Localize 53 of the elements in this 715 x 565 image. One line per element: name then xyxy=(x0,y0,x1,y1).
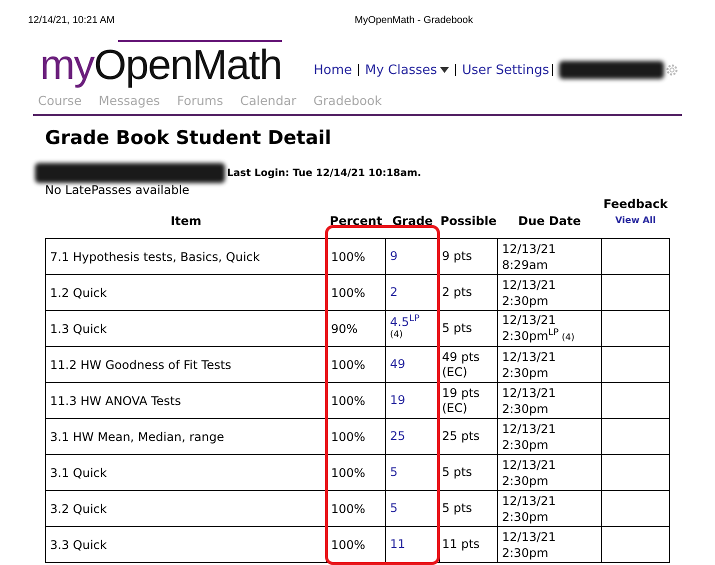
column-header: Grade xyxy=(392,214,433,228)
nav-link[interactable]: My Classes xyxy=(365,60,450,80)
column-header: Percent xyxy=(330,214,382,228)
table-cell: 5 pts xyxy=(440,490,498,527)
table-cell: 19 pts (EC) xyxy=(440,382,498,419)
table-cell: 7.1 Hypothesis tests, Basics, Quick xyxy=(46,238,326,275)
table-cell: 12/13/21 2:30pm$^{LP}$ (4) xyxy=(498,310,602,347)
nav-link[interactable]: User Settings xyxy=(462,60,550,80)
table-cell: 12/13/21 2:30pm xyxy=(498,346,602,383)
table-cell: 11.3 HW ANOVA Tests xyxy=(46,382,326,419)
table-cell: 100% xyxy=(326,418,386,455)
last-login: Last Login: Tue 12/14/21 10:18am. xyxy=(227,166,422,181)
column-header: Feedback xyxy=(603,197,668,212)
table-cell: 1.2 Quick xyxy=(46,274,326,311)
table-cell: 5 pts xyxy=(440,454,498,491)
table-cell: 100% xyxy=(326,346,386,383)
table-cell: 2 pts xyxy=(440,274,498,311)
table-cell: 100% xyxy=(326,490,386,527)
column-header: Possible xyxy=(440,214,497,228)
table-cell: 100% xyxy=(326,238,386,275)
table-cell: 12/13/21 2:30pm xyxy=(498,490,602,527)
table-cell: 12/13/21 2:30pm xyxy=(498,274,602,311)
column-header: Item xyxy=(170,214,202,228)
grade-link[interactable]: 9 xyxy=(386,238,440,275)
column-header: Due Date xyxy=(518,214,581,228)
table-cell: 12/13/21 2:30pm xyxy=(498,454,602,491)
table-cell: 3.3 Quick xyxy=(46,526,326,563)
table-cell: 3.1 HW Mean, Median, range xyxy=(46,418,326,455)
print-timestamp: 12/14/21, 10:21 AM xyxy=(28,14,115,28)
print-title: MyOpenMath - Gradebook xyxy=(354,14,473,28)
table-cell: 100% xyxy=(326,274,386,311)
latepasses-note: No LatePasses available xyxy=(45,183,190,198)
table-cell: 12/13/21 8:29am xyxy=(498,238,602,275)
table-cell: 12/13/21 2:30pm xyxy=(498,418,602,455)
table-cell: 3.1 Quick xyxy=(46,454,326,491)
nav-link[interactable]: Home xyxy=(314,60,352,80)
table-cell: 1.3 Quick xyxy=(46,310,326,347)
table-cell: 3.2 Quick xyxy=(46,490,326,527)
caret-icon xyxy=(440,67,450,74)
table-cell: 100% xyxy=(326,382,386,419)
table-cell: 100% xyxy=(326,454,386,491)
table-cell: 12/13/21 2:30pm xyxy=(498,526,602,563)
table-cell: 5 pts xyxy=(440,310,498,347)
page-title: Grade Book Student Detail xyxy=(45,126,332,151)
settings-icon[interactable] xyxy=(666,64,678,76)
table-cell: 11.2 HW Goodness of Fit Tests xyxy=(46,346,326,383)
view-all-link[interactable]: View All xyxy=(615,214,656,230)
table-cell: 90% xyxy=(326,310,386,347)
table-cell: 25 pts xyxy=(440,418,498,455)
table-cell: 49 pts (EC) xyxy=(440,346,498,383)
table-cell: 11 pts xyxy=(440,526,498,563)
table-cell: 9 pts xyxy=(440,238,498,275)
table-cell: 12/13/21 2:30pm xyxy=(498,382,602,419)
